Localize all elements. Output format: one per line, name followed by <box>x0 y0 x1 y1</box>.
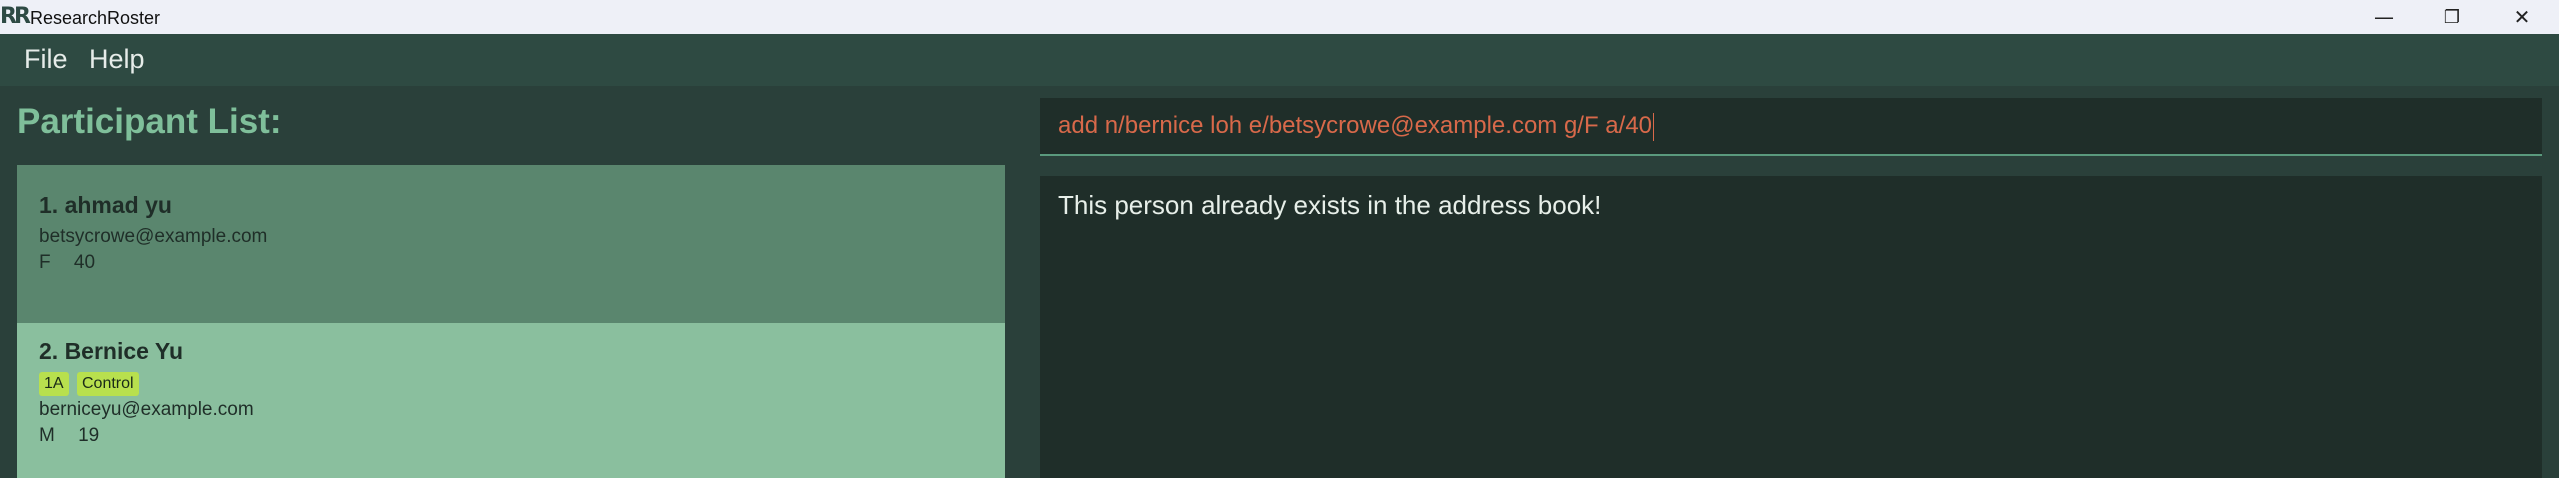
participant-gender: M <box>39 425 55 446</box>
close-button[interactable]: ✕ <box>2490 0 2554 34</box>
menu-bar: File Help <box>0 34 2559 86</box>
participant-demographics: F 40 <box>39 252 95 274</box>
text-caret <box>1653 112 1655 141</box>
minimize-button[interactable]: — <box>2352 0 2416 34</box>
command-value: add n/bernice loh e/betsycrowe@example.c… <box>1058 112 1653 139</box>
menu-help[interactable]: Help <box>89 44 145 75</box>
participant-gender: F <box>39 252 51 273</box>
participant-name: 1. ahmad yu <box>39 192 172 218</box>
participant-list[interactable]: 1. ahmad yu betsycrowe@example.com F 40 … <box>17 165 1005 478</box>
title-bar: RR ResearchRoster — ❐ ✕ <box>0 0 2559 34</box>
participant-email: berniceyu@example.com <box>39 399 254 420</box>
app-logo-icon: RR <box>0 4 31 29</box>
command-input[interactable]: add n/bernice loh e/betsycrowe@example.c… <box>1040 98 2542 156</box>
participant-email: betsycrowe@example.com <box>39 226 268 247</box>
result-display: This person already exists in the addres… <box>1040 176 2542 478</box>
participant-card[interactable]: 2. Bernice Yu 1A Control berniceyu@examp… <box>17 323 1005 478</box>
tag-badge: Control <box>77 372 139 396</box>
participant-age: 40 <box>73 252 96 273</box>
command-text[interactable]: add n/bernice loh e/betsycrowe@example.c… <box>1058 112 1655 141</box>
participant-card-selected[interactable]: 1. ahmad yu betsycrowe@example.com F 40 <box>17 165 1005 323</box>
participant-age: 19 <box>78 425 100 446</box>
participant-tags: 1A Control <box>39 372 339 398</box>
result-message: This person already exists in the addres… <box>1058 190 1602 220</box>
participant-name: 2. Bernice Yu <box>39 338 184 364</box>
participant-demographics: M 19 <box>39 425 99 447</box>
restore-button[interactable]: ❐ <box>2420 0 2484 34</box>
tag-badge: 1A <box>39 372 69 396</box>
menu-file[interactable]: File <box>24 44 68 75</box>
window-title: ResearchRoster <box>30 8 161 28</box>
participant-list-heading: Participant List: <box>17 102 282 141</box>
